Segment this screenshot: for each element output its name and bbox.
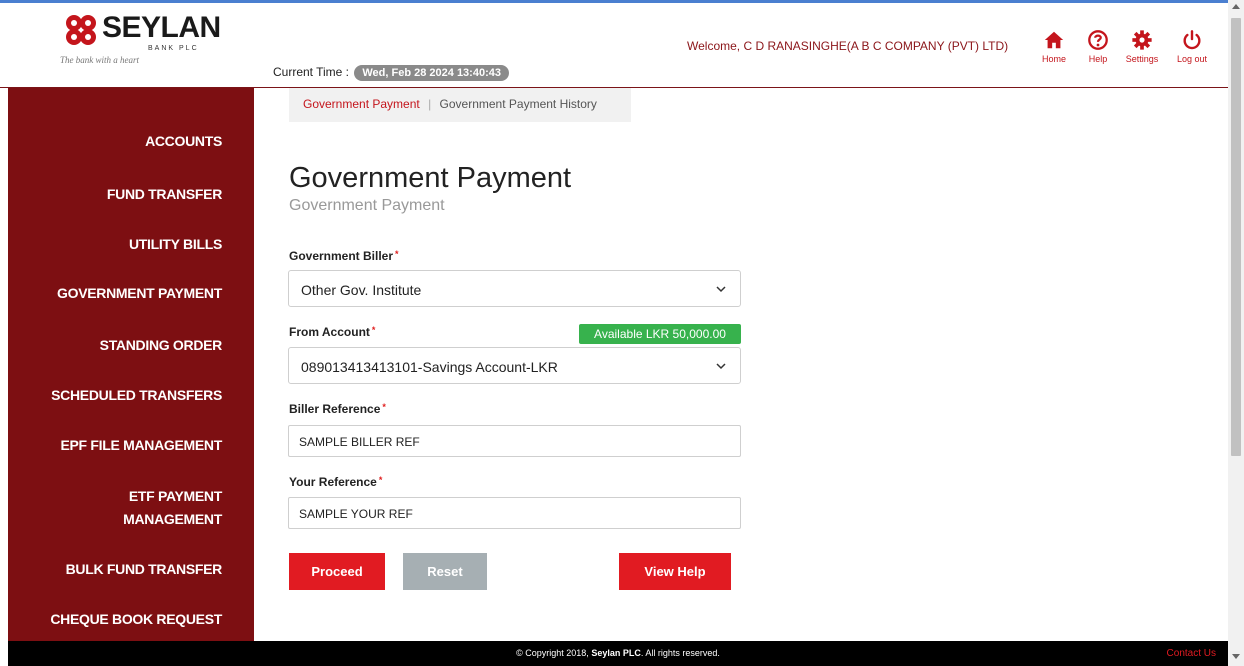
- sidebar-item-fund-transfer[interactable]: FUND TRANSFER: [107, 183, 222, 206]
- breadcrumb-government-payment[interactable]: Government Payment: [303, 97, 420, 111]
- sidebar-item-etf-payment-management[interactable]: ETF PAYMENT MANAGEMENT: [123, 485, 222, 531]
- sidebar-item-accounts[interactable]: ACCOUNTS: [145, 130, 222, 153]
- home-icon: [1044, 31, 1064, 49]
- settings-nav-button[interactable]: Settings: [1118, 29, 1166, 64]
- page: SEYLAN BANK PLC The bank with a heart Cu…: [0, 0, 1244, 666]
- from-account-value: 089013413413101-Savings Account-LKR: [301, 359, 558, 375]
- logout-nav-button[interactable]: Log out: [1168, 29, 1216, 64]
- sidebar-item-government-payment[interactable]: GOVERNMENT PAYMENT: [57, 282, 222, 305]
- header: SEYLAN BANK PLC The bank with a heart Cu…: [0, 0, 1228, 88]
- scrollbar-thumb[interactable]: [1231, 18, 1241, 456]
- sidebar-item-scheduled-transfers[interactable]: SCHEDULED TRANSFERS: [51, 384, 222, 407]
- breadcrumb: Government Payment | Government Payment …: [289, 88, 631, 122]
- chevron-down-icon: [716, 286, 726, 293]
- sidebar-item-standing-order[interactable]: STANDING ORDER: [99, 334, 223, 357]
- welcome-message: Welcome, C D RANASINGHE(A B C COMPANY (P…: [687, 39, 1009, 53]
- scroll-down-arrow-icon[interactable]: [1232, 654, 1240, 659]
- government-biller-select[interactable]: Other Gov. Institute: [288, 270, 741, 307]
- chevron-down-icon: [716, 363, 726, 370]
- current-time-value: Wed, Feb 28 2024 13:40:43: [354, 65, 509, 81]
- reset-button[interactable]: Reset: [403, 553, 487, 590]
- sidebar-item-label: UTILITY BILLS: [128, 236, 222, 252]
- biller-reference-label: Biller Reference *: [289, 402, 386, 416]
- from-account-label: From Account *: [289, 325, 375, 339]
- sidebar-item-label: EPF FILE MANAGEMENT: [60, 437, 222, 453]
- required-mark: *: [378, 475, 383, 485]
- brand-tagline: The bank with a heart: [60, 55, 139, 65]
- footer: © Copyright 2018, Seylan PLC. All rights…: [8, 641, 1228, 666]
- seylan-logo[interactable]: SEYLAN BANK PLC The bank with a heart: [58, 9, 221, 73]
- current-time: Current Time : Wed, Feb 28 2024 13:40:43: [273, 65, 509, 81]
- required-mark: *: [382, 402, 386, 412]
- sidebar-item-label: MANAGEMENT: [123, 511, 222, 527]
- sidebar-item-label: BULK FUND TRANSFER: [65, 561, 223, 577]
- sidebar-item-label: CHEQUE BOOK REQUEST: [50, 611, 222, 627]
- copyright: © Copyright 2018, Seylan PLC. All rights…: [8, 648, 1228, 658]
- home-label: Home: [1041, 54, 1066, 64]
- sidebar-item-label: SCHEDULED TRANSFERS: [51, 387, 222, 403]
- sidebar-item-label: ACCOUNTS: [145, 133, 222, 149]
- current-time-label: Current Time :: [273, 65, 350, 79]
- sidebar-item-label: ETF PAYMENT: [128, 488, 222, 504]
- help-icon: [1088, 30, 1108, 50]
- vertical-scrollbar[interactable]: [1228, 0, 1244, 666]
- help-nav-button[interactable]: Help: [1074, 29, 1122, 64]
- from-account-label-text: From Account: [289, 325, 370, 339]
- government-biller-label: Government Biller *: [289, 249, 399, 263]
- help-label: Help: [1088, 54, 1108, 64]
- power-icon: [1183, 30, 1201, 50]
- government-biller-label-text: Government Biller: [289, 249, 394, 263]
- government-biller-value: Other Gov. Institute: [301, 282, 422, 298]
- breadcrumb-separator: |: [428, 97, 432, 111]
- sidebar-item-label: FUND TRANSFER: [106, 186, 222, 202]
- copyright-company: Seylan PLC: [591, 648, 641, 658]
- scroll-up-arrow-icon[interactable]: [1232, 4, 1240, 9]
- your-reference-input[interactable]: SAMPLE YOUR REF: [288, 497, 741, 529]
- seylan-logo-mark-icon: [66, 15, 96, 45]
- proceed-button[interactable]: Proceed: [289, 553, 385, 590]
- available-balance-badge: Available LKR 50,000.00: [579, 324, 741, 344]
- gear-icon: [1132, 30, 1152, 50]
- logout-label: Log out: [1176, 54, 1208, 64]
- contact-us-link[interactable]: Contact Us: [1167, 648, 1216, 659]
- your-reference-label-text: Your Reference: [289, 475, 377, 489]
- your-reference-label: Your Reference *: [289, 475, 382, 489]
- sidebar-item-utility-bills[interactable]: UTILITY BILLS: [129, 233, 222, 256]
- from-account-select[interactable]: 089013413413101-Savings Account-LKR: [288, 347, 741, 384]
- page-title: Government Payment: [289, 162, 572, 194]
- sidebar-item-bulk-fund-transfer[interactable]: BULK FUND TRANSFER: [65, 558, 223, 581]
- settings-label: Settings: [1125, 54, 1159, 64]
- biller-reference-label-text: Biller Reference: [289, 402, 381, 416]
- biller-reference-input[interactable]: SAMPLE BILLER REF: [288, 425, 741, 457]
- copyright-suffix: . All rights reserved.: [640, 648, 720, 658]
- copyright-prefix: © Copyright 2018,: [516, 648, 589, 658]
- sidebar-item-label: GOVERNMENT PAYMENT: [57, 285, 222, 301]
- sidebar-item-label: STANDING ORDER: [99, 337, 223, 353]
- home-nav-button[interactable]: Home: [1030, 29, 1078, 64]
- page-subtitle: Government Payment: [289, 197, 445, 214]
- brand-name: SEYLAN: [102, 11, 221, 44]
- required-mark: *: [371, 325, 376, 335]
- sidebar-item-epf-file-management[interactable]: EPF FILE MANAGEMENT: [60, 434, 222, 457]
- brand-sub: BANK PLC: [148, 45, 199, 52]
- sidebar: ACCOUNTS FUND TRANSFER UTILITY BILLS GOV…: [8, 88, 254, 641]
- breadcrumb-government-payment-history[interactable]: Government Payment History: [440, 97, 597, 111]
- sidebar-item-cheque-book-request[interactable]: CHEQUE BOOK REQUEST: [50, 608, 222, 631]
- view-help-button[interactable]: View Help: [619, 553, 731, 590]
- required-mark: *: [395, 249, 399, 259]
